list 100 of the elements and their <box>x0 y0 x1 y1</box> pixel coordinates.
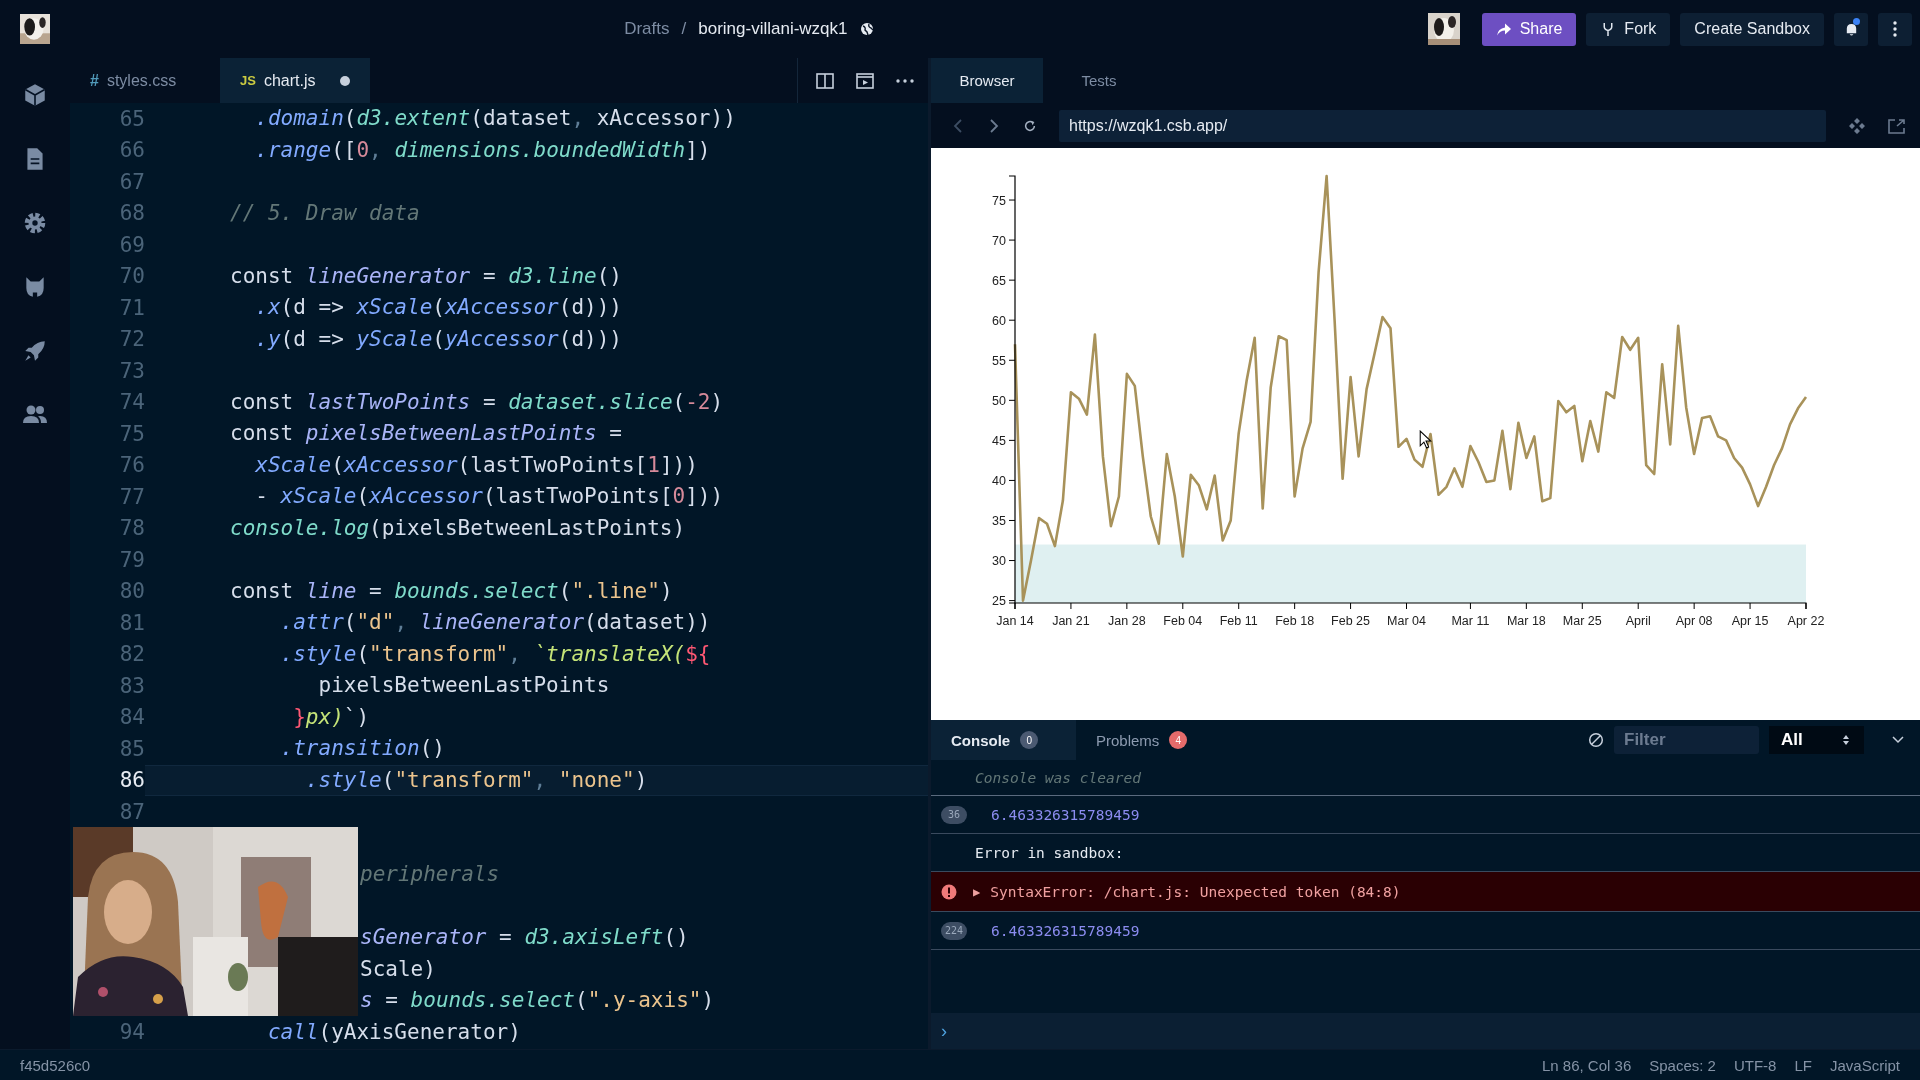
more-icon <box>1893 21 1897 37</box>
preview-icon[interactable] <box>856 72 874 89</box>
css-file-icon: # <box>90 71 99 90</box>
x-tick-label: Feb 04 <box>1163 614 1203 628</box>
count-badge: 0 <box>1020 731 1039 749</box>
clear-icon[interactable] <box>1588 732 1604 748</box>
line-number: 82 <box>119 642 145 667</box>
code-line: .y(d => yScale(yAccessor(d))) <box>254 325 622 353</box>
code-line: console.log(pixelsBetweenLastPoints) <box>230 514 686 542</box>
status-item[interactable]: JavaScript <box>1829 1056 1900 1074</box>
status-item[interactable]: LF <box>1794 1056 1812 1074</box>
status-item[interactable]: Ln 86, Col 36 <box>1542 1056 1632 1074</box>
y-tick-label: 25 <box>992 594 1006 609</box>
x-tick-label: Mar 04 <box>1387 614 1426 628</box>
settings-icon[interactable] <box>22 210 48 236</box>
code-line: .style("transform", "none") <box>304 766 648 794</box>
line-number: 80 <box>119 579 145 604</box>
console-message: Console was cleared <box>975 769 1141 786</box>
x-tick-label: Feb 11 <box>1219 614 1258 628</box>
status-item[interactable]: Spaces: 2 <box>1649 1056 1716 1074</box>
filter-field[interactable]: Filter <box>1614 726 1759 754</box>
prompt-caret[interactable]: › <box>941 1020 947 1042</box>
line-number: 74 <box>119 390 145 415</box>
expand-arrow[interactable]: ▶ <box>973 884 981 899</box>
code-line: // 5. Draw data <box>230 199 420 227</box>
x-tick-label: Mar 11 <box>1451 614 1490 628</box>
diamond-icon[interactable] <box>1848 116 1866 135</box>
create-sandbox-button[interactable]: Create Sandbox <box>1680 12 1824 46</box>
y-tick-label: 35 <box>992 514 1006 528</box>
repeat-count: 36 <box>941 805 967 824</box>
file-tab[interactable]: JS chart.js <box>220 58 370 103</box>
line-number: 75 <box>119 421 145 446</box>
breadcrumb-link[interactable]: Drafts <box>624 19 670 39</box>
x-tick-label: Mar 18 <box>1506 614 1546 628</box>
rocket-icon[interactable] <box>22 338 48 364</box>
y-tick-label: 65 <box>992 273 1006 288</box>
error-message: SyntaxError: /chart.js: Unexpected token (84:8) <box>990 883 1401 900</box>
line-number: 81 <box>119 610 145 635</box>
line-number: 68 <box>119 201 145 226</box>
line-number: 65 <box>119 106 145 131</box>
repeat-count: 224 <box>941 921 967 940</box>
line-number: 67 <box>119 169 145 194</box>
code-line: .style("transform", `translateX(${ <box>279 640 711 668</box>
line-number: 79 <box>119 547 145 572</box>
code-line: }px)`) <box>292 703 370 731</box>
fork-button[interactable]: Fork <box>1586 12 1671 46</box>
x-tick-label: Feb 25 <box>1331 614 1371 628</box>
cursor-icon <box>1419 430 1432 449</box>
level-select[interactable]: All <box>1769 726 1864 754</box>
y-tick-label: 60 <box>992 313 1006 328</box>
code-line: const lastTwoPoints = dataset.slice(-2) <box>230 388 724 416</box>
x-tick-label: Jan 14 <box>996 614 1034 628</box>
y-tick-label: 30 <box>992 554 1006 569</box>
sandbox-name[interactable]: boring-villani-wzqk1 <box>698 19 848 39</box>
x-tick-label: Apr 22 <box>1787 614 1825 628</box>
console-tab[interactable]: Problems 4 <box>1076 720 1221 760</box>
open-external-icon[interactable] <box>1888 116 1906 135</box>
y-tick-label: 70 <box>992 233 1006 248</box>
code-line: .attr("d", lineGenerator(dataset)) <box>279 609 711 636</box>
line-number: 84 <box>119 705 145 730</box>
count-badge: 4 <box>1169 731 1188 749</box>
code-line: peripherals <box>360 861 500 888</box>
y-tick-label: 75 <box>992 193 1006 208</box>
more-button[interactable] <box>1878 12 1912 46</box>
code-line: .transition() <box>279 735 445 762</box>
updown-icon <box>1842 734 1850 746</box>
share-button[interactable]: Share <box>1481 12 1577 46</box>
line-number: 70 <box>119 264 145 289</box>
panel-tab[interactable]: Tests <box>1043 58 1155 103</box>
cube-icon[interactable] <box>22 82 48 108</box>
panel-tab[interactable]: Browser <box>931 58 1043 103</box>
chevron-down-icon[interactable] <box>1892 736 1904 744</box>
console-tab[interactable]: Console 0 <box>931 720 1076 760</box>
line-number: 72 <box>119 327 145 352</box>
x-tick-label: Jan 28 <box>1108 614 1146 628</box>
y-tick-label: 45 <box>992 433 1006 448</box>
x-tick-label: Jan 21 <box>1052 614 1090 628</box>
line-number: 86 <box>119 768 145 793</box>
line-number: 77 <box>119 484 145 509</box>
line-number: 69 <box>119 232 145 257</box>
notifications-button[interactable] <box>1834 12 1868 46</box>
commit-hash: f45d526c0 <box>20 1056 91 1074</box>
status-item[interactable]: UTF-8 <box>1733 1056 1777 1074</box>
line-number: 83 <box>119 673 145 698</box>
x-tick-label: Feb 18 <box>1275 614 1315 628</box>
url-field[interactable]: https://wzqk1.csb.app/ <box>1059 109 1826 142</box>
forward-icon[interactable] <box>987 117 1001 134</box>
code-line: - xScale(xAccessor(lastTwoPoints[0])) <box>254 483 724 510</box>
split-view-icon[interactable] <box>816 72 834 89</box>
code-line: s = bounds.select(".y-axis") <box>360 987 715 1014</box>
code-line: pixelsBetweenLastPoints <box>317 672 610 699</box>
error-icon <box>941 883 957 900</box>
x-tick-label: Mar 25 <box>1562 614 1602 628</box>
code-line: const pixelsBetweenLastPoints = <box>230 420 622 447</box>
code-line: sGenerator = d3.axisLeft() <box>360 924 689 951</box>
console-value: 6.463326315789459 <box>991 922 1140 939</box>
console-message: Error in sandbox: <box>975 844 1124 861</box>
js-file-icon: JS <box>240 73 256 88</box>
line-number: 76 <box>119 453 145 478</box>
code-line: Scale) <box>360 955 436 983</box>
